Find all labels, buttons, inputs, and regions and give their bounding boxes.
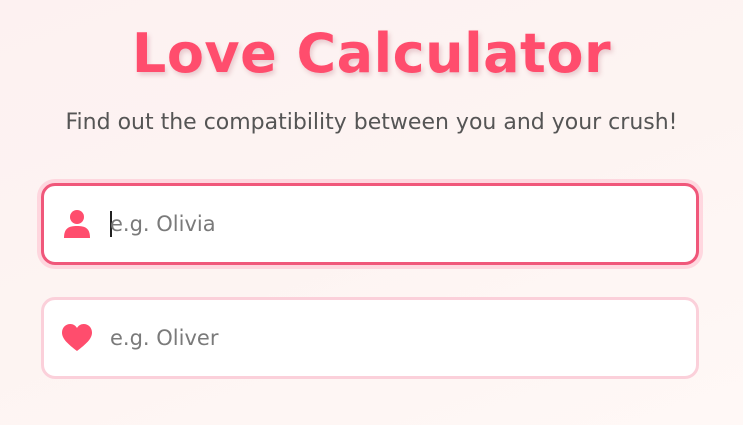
- heart-icon: [62, 323, 92, 353]
- your-name-field[interactable]: [41, 183, 699, 265]
- your-name-input[interactable]: [110, 207, 676, 241]
- crush-name-input[interactable]: [110, 321, 676, 355]
- page-title: Love Calculator: [131, 22, 612, 85]
- crush-name-field[interactable]: [41, 297, 699, 379]
- page-subtitle: Find out the compatibility between you a…: [65, 110, 678, 135]
- user-icon: [62, 209, 92, 239]
